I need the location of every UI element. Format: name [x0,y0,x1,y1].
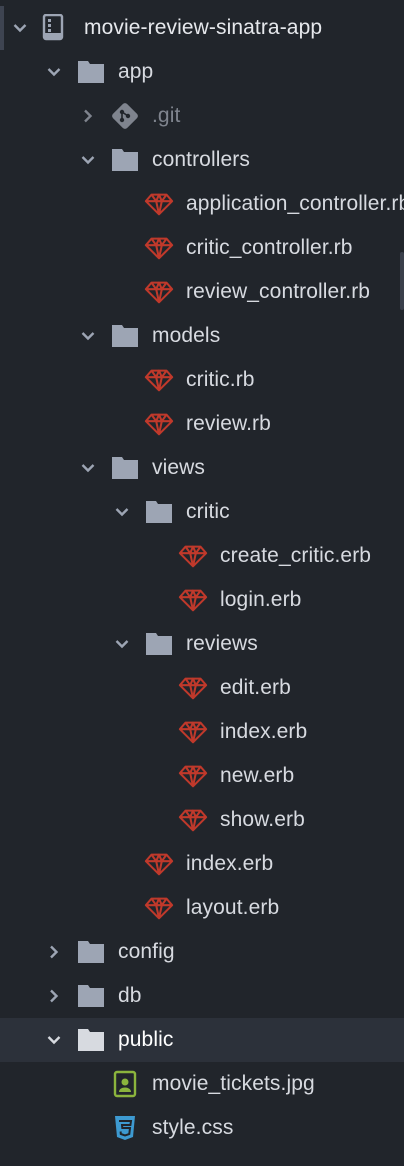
git-icon [110,102,140,130]
ruby-gem-icon [144,190,174,218]
folder-icon [110,322,140,350]
css3-icon [110,1114,140,1142]
tree-file-layout[interactable]: layout.erb [0,886,404,930]
tree-item-label: models [152,324,221,347]
tree-item-label: app [118,60,154,83]
folder-icon [110,146,140,174]
tree-item-label: public [118,1028,174,1051]
chevron-down-icon[interactable] [44,62,64,82]
tree-item-label: new.erb [220,764,295,787]
tree-item-label: index.erb [220,720,308,743]
ruby-gem-icon [178,586,208,614]
ruby-gem-icon [178,762,208,790]
chevron-right-icon[interactable] [44,986,64,1006]
tree-file-views-index[interactable]: index.erb [0,842,404,886]
folder-icon [76,1026,106,1054]
tree-item-label: critic [186,500,230,523]
ruby-gem-icon [144,278,174,306]
chevron-down-icon[interactable] [44,1030,64,1050]
tree-item-label: review_controller.rb [186,280,371,303]
tree-item-label: create_critic.erb [220,544,372,567]
folder-icon [144,630,174,658]
tree-file-create-critic[interactable]: create_critic.erb [0,534,404,578]
chevron-down-icon[interactable] [78,326,98,346]
chevron-down-icon[interactable] [78,150,98,170]
tree-folder-public[interactable]: public [0,1018,404,1062]
chevron-right-icon[interactable] [44,942,64,962]
file-tree: movie-review-sinatra-app app .git contro… [0,6,404,1150]
tree-folder-config[interactable]: config [0,930,404,974]
tree-folder-git[interactable]: .git [0,94,404,138]
image-file-icon [110,1070,140,1098]
tree-item-label: show.erb [220,808,305,831]
ruby-gem-icon [144,894,174,922]
folder-icon [76,938,106,966]
tree-folder-reviews[interactable]: reviews [0,622,404,666]
tree-item-label: controllers [152,148,250,171]
tree-item-label: layout.erb [186,896,280,919]
folder-icon [76,58,106,86]
ruby-gem-icon [144,850,174,878]
repo-icon [38,14,68,42]
tree-item-label: movie_tickets.jpg [152,1072,315,1095]
tree-item-label: .git [152,104,181,127]
tree-item-label: config [118,940,175,963]
tree-file-edit[interactable]: edit.erb [0,666,404,710]
folder-icon [144,498,174,526]
folder-icon [110,454,140,482]
tree-file-review-rb[interactable]: review.rb [0,402,404,446]
folder-icon [76,982,106,1010]
ruby-gem-icon [178,542,208,570]
tree-file-reviews-index[interactable]: index.erb [0,710,404,754]
tree-item-label: login.erb [220,588,302,611]
tree-item-label: application_controller.rb [186,192,404,215]
tree-file-critic-controller[interactable]: critic_controller.rb [0,226,404,270]
scrollbar-thumb[interactable] [400,252,404,310]
tree-item-label: review.rb [186,412,271,435]
tree-file-review-controller[interactable]: review_controller.rb [0,270,404,314]
chevron-down-icon[interactable] [10,18,30,38]
tree-folder-controllers[interactable]: controllers [0,138,404,182]
ruby-gem-icon [144,366,174,394]
tree-file-show[interactable]: show.erb [0,798,404,842]
ruby-gem-icon [178,718,208,746]
tree-item-label: critic_controller.rb [186,236,353,259]
tree-file-login[interactable]: login.erb [0,578,404,622]
tree-file-new[interactable]: new.erb [0,754,404,798]
tree-item-label: edit.erb [220,676,291,699]
tree-item-label: style.css [152,1116,234,1139]
tree-item-label: index.erb [186,852,274,875]
tree-item-label: db [118,984,142,1007]
ruby-gem-icon [178,674,208,702]
tree-folder-views[interactable]: views [0,446,404,490]
tree-folder-models[interactable]: models [0,314,404,358]
chevron-down-icon[interactable] [112,634,132,654]
tree-folder-db[interactable]: db [0,974,404,1018]
chevron-down-icon[interactable] [112,502,132,522]
tree-item-label: critic.rb [186,368,255,391]
tree-file-movie-tickets[interactable]: movie_tickets.jpg [0,1062,404,1106]
tree-file-style-css[interactable]: style.css [0,1106,404,1150]
tree-item-label: views [152,456,206,479]
ruby-gem-icon [144,234,174,262]
project-name: movie-review-sinatra-app [84,16,323,39]
tree-item-label: reviews [186,632,258,655]
chevron-down-icon[interactable] [78,458,98,478]
tree-folder-app[interactable]: app [0,50,404,94]
ruby-gem-icon [178,806,208,834]
chevron-right-icon[interactable] [78,106,98,126]
tree-folder-critic[interactable]: critic [0,490,404,534]
tree-file-application-controller[interactable]: application_controller.rb [0,182,404,226]
tree-file-critic-rb[interactable]: critic.rb [0,358,404,402]
tree-project-root[interactable]: movie-review-sinatra-app [0,6,404,50]
ruby-gem-icon [144,410,174,438]
root-accent [0,6,4,50]
